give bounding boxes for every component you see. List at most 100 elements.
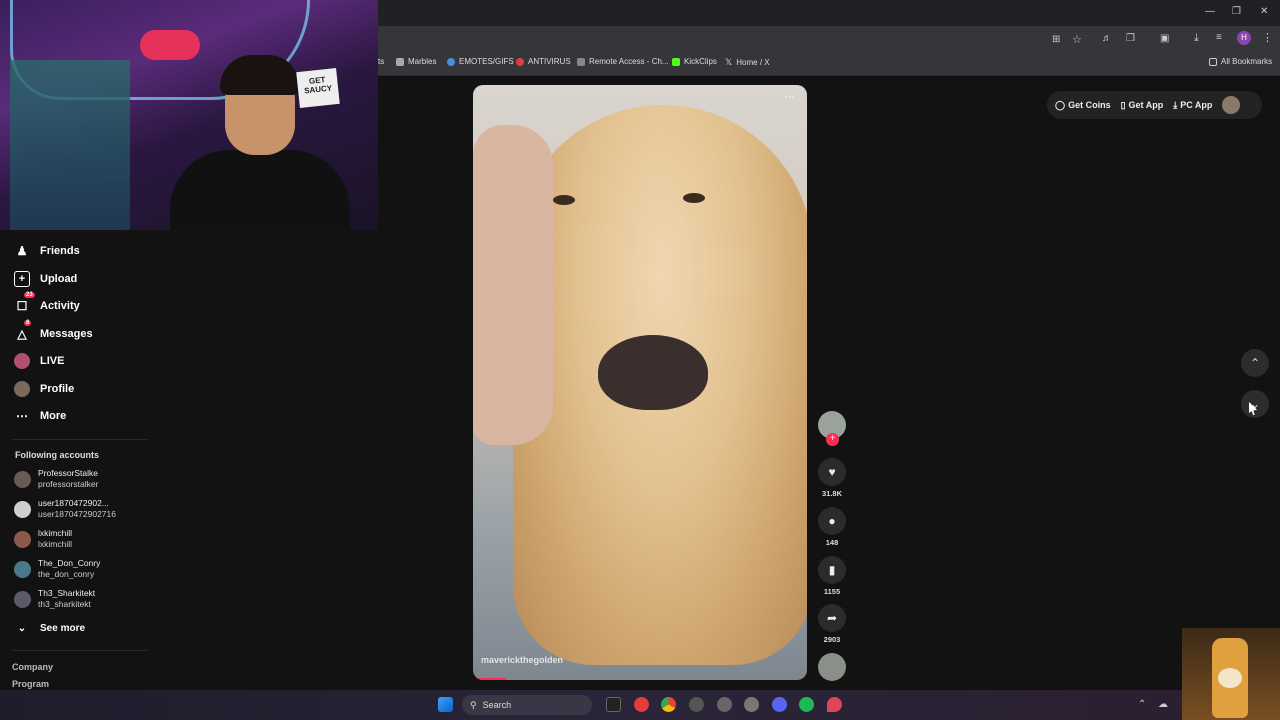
previous-video-button[interactable]: ⌃ xyxy=(1241,349,1269,377)
heart-icon: ♥ xyxy=(818,458,846,486)
following-accounts-title: Following accounts xyxy=(15,450,100,460)
taskbar-search[interactable]: ⚲ Search xyxy=(462,695,592,715)
following-account[interactable]: ProfessorStalke professorstalker xyxy=(14,468,98,490)
windows-start-icon[interactable] xyxy=(438,697,453,712)
music-disc[interactable] xyxy=(818,653,846,681)
bookmark-x[interactable]: 𝕏 Home / X xyxy=(725,57,770,68)
like-count: 31.8K xyxy=(821,489,842,498)
following-account[interactable]: Th3_Sharkitekt th3_sharkitekt xyxy=(14,588,95,610)
bookmark-star-icon[interactable]: ☆ xyxy=(1072,33,1082,46)
sidebar-divider xyxy=(12,650,148,651)
account-name: Th3_Sharkitekt xyxy=(38,588,96,598)
comment-button[interactable]: ● 148 xyxy=(818,507,846,547)
get-coins-button[interactable]: ◯ Get Coins xyxy=(1055,100,1111,111)
bookmark-label: ANTIVIRUS xyxy=(528,57,571,66)
webcam-overlay: GET SAUCY xyxy=(0,0,378,230)
chrome-icon[interactable] xyxy=(661,697,676,712)
pc-app-button[interactable]: ⤓ PC App xyxy=(1173,100,1212,111)
next-video-button[interactable]: ⌄ xyxy=(1241,390,1269,418)
bookmark-remote-access[interactable]: Remote Access - Ch... xyxy=(577,57,669,66)
dog-eye xyxy=(553,195,575,205)
sidebar-item-upload[interactable]: + Upload xyxy=(14,271,77,287)
sidebar-item-more[interactable]: ⋯ More xyxy=(14,408,66,424)
kebab-menu-icon[interactable]: ⋮ xyxy=(1262,31,1273,44)
footer-link-program[interactable]: Program xyxy=(12,679,49,689)
profile-icon xyxy=(14,381,30,397)
download-icon[interactable]: ⤓ xyxy=(1194,32,1199,45)
bookmark-marbles[interactable]: Marbles xyxy=(396,57,436,66)
bookmark-emotes[interactable]: EMOTES/GIFS xyxy=(447,57,514,66)
dog-nose xyxy=(598,335,708,410)
minimize-icon[interactable]: — xyxy=(1205,6,1215,17)
see-more-button[interactable]: ⌄ See more xyxy=(14,620,85,636)
app-icon[interactable] xyxy=(744,697,759,712)
folder-icon xyxy=(1209,57,1217,66)
following-account[interactable]: lxkimchill lxkimchill xyxy=(14,528,72,550)
menu-list-icon[interactable]: ≡ xyxy=(1216,32,1222,43)
creator-avatar[interactable]: + xyxy=(818,411,846,446)
sidebar-item-label: More xyxy=(40,410,67,422)
user-avatar[interactable] xyxy=(1222,96,1241,114)
discord-icon[interactable] xyxy=(772,697,787,712)
app-icon[interactable] xyxy=(827,697,842,712)
video-more-icon[interactable]: ··· xyxy=(784,91,795,103)
sidebar-item-profile[interactable]: Profile xyxy=(14,381,74,397)
activity-badge: 23 xyxy=(24,292,35,298)
bookmark-label: ts xyxy=(378,57,385,66)
sidebar-item-messages[interactable]: △ 8 Messages xyxy=(14,320,93,342)
sidebar-item-live[interactable]: LIVE xyxy=(14,353,64,369)
video-author[interactable]: maverickthegolden xyxy=(481,655,563,665)
bookmark-kickclips[interactable]: KickClips xyxy=(672,57,717,66)
terminal-icon[interactable] xyxy=(606,697,621,712)
bookmark-label: KickClips xyxy=(684,57,717,66)
sidebar-item-activity[interactable]: ☐ 23 Activity xyxy=(14,292,80,314)
sidebar-item-label: Friends xyxy=(40,245,80,257)
cloud-icon[interactable]: ☁ xyxy=(1158,699,1168,710)
stream-mascot-overlay xyxy=(1182,628,1280,720)
chevron-up-icon: ⌃ xyxy=(1249,356,1261,370)
following-account[interactable]: The_Don_Conry the_don_conry xyxy=(14,558,100,580)
app-icon[interactable] xyxy=(717,697,732,712)
app-icon[interactable] xyxy=(689,697,704,712)
shield-icon xyxy=(516,57,524,66)
extensions-icon[interactable]: ❒ xyxy=(1126,33,1135,44)
tray-chevron-icon[interactable]: ⌃ xyxy=(1138,699,1146,710)
restore-icon[interactable]: ❐ xyxy=(1232,6,1241,17)
save-button[interactable]: ▮ 1155 xyxy=(818,556,846,596)
spotify-icon[interactable] xyxy=(799,697,814,712)
profile-avatar[interactable]: H xyxy=(1237,31,1251,45)
follow-plus-icon[interactable]: + xyxy=(826,433,839,446)
all-bookmarks[interactable]: All Bookmarks xyxy=(1209,57,1272,66)
speaker-icon[interactable]: ♬ xyxy=(1102,33,1112,44)
sidebar-divider xyxy=(12,439,148,440)
folder-icon xyxy=(577,57,585,66)
footer-link-company[interactable]: Company xyxy=(12,662,53,672)
sidebar-item-label: LIVE xyxy=(40,355,65,367)
neon-sign: GET SAUCY xyxy=(296,68,340,108)
avatar xyxy=(14,470,31,488)
sidebar-item-friends[interactable]: ♟ Friends xyxy=(14,243,80,259)
comment-count: 148 xyxy=(825,538,839,547)
messages-icon: △ 8 xyxy=(17,320,32,341)
download-icon: ⤓ xyxy=(1173,99,1178,110)
bookmark-ts[interactable]: ts xyxy=(378,57,384,66)
get-app-button[interactable]: ▯ Get App xyxy=(1121,100,1164,111)
grid-icon xyxy=(396,57,404,66)
account-name: lxkimchill xyxy=(38,528,72,538)
search-icon: ⚲ xyxy=(470,699,477,710)
share-button[interactable]: ➦ 2903 xyxy=(818,604,846,644)
video-progress-bar[interactable] xyxy=(473,678,507,680)
video-player[interactable]: ··· maverickthegolden xyxy=(473,85,807,680)
globe-icon xyxy=(447,57,455,66)
obs-icon[interactable] xyxy=(634,697,649,712)
like-button[interactable]: ♥ 31.8K xyxy=(818,458,846,498)
pc-app-label: PC App xyxy=(1180,100,1213,110)
bookmark-antivirus[interactable]: ANTIVIRUS xyxy=(516,57,571,66)
tab-search-icon[interactable]: ▣ xyxy=(1160,33,1169,44)
following-account[interactable]: user1870472902... user1870472902716 xyxy=(14,498,116,520)
neon-cloud xyxy=(140,30,200,60)
avatar xyxy=(14,590,31,608)
close-icon[interactable]: ✕ xyxy=(1260,6,1268,17)
install-icon[interactable]: ⊞ xyxy=(1052,34,1060,45)
x-logo-icon: 𝕏 xyxy=(725,57,733,67)
